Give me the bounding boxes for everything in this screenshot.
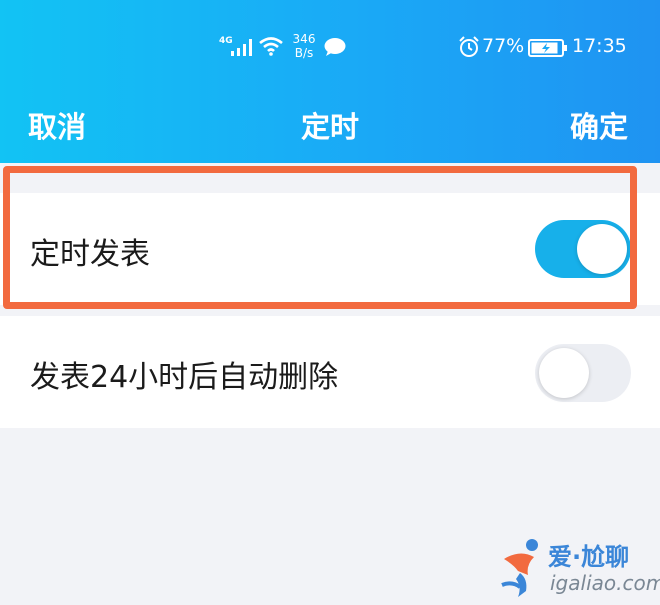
setting-row-auto-delete: 发表24小时后自动删除 [0, 316, 660, 428]
speed-unit: B/s [294, 46, 314, 60]
auto-delete-toggle[interactable] [535, 344, 631, 402]
cancel-button[interactable]: 取消 [28, 104, 86, 146]
clock-time: 17:35 [572, 35, 627, 57]
page-title: 定时 [300, 110, 359, 144]
wifi-icon [259, 37, 283, 56]
runner-logo-icon [501, 539, 538, 597]
alarm-clock-icon [459, 36, 479, 57]
toggle-knob [577, 224, 627, 274]
confirm-button[interactable]: 确定 [570, 104, 628, 146]
chat-bubble-icon [324, 38, 346, 56]
network-speed: 346 B/s [290, 32, 318, 60]
watermark: 爱·尬聊 igaliao.com [498, 535, 660, 603]
speed-value: 346 [292, 32, 316, 46]
signal-icon [231, 39, 252, 56]
setting-label-scheduled-publish: 定时发表 [30, 237, 150, 272]
scheduled-publish-toggle[interactable] [535, 220, 631, 278]
setting-label-auto-delete: 发表24小时后自动删除 [30, 360, 339, 395]
status-bar: 4G 346 B/s 77% 17:35 [0, 30, 660, 66]
app-header: 4G 346 B/s 77% 17:35 定时 取消 确定 [0, 0, 660, 163]
setting-row-scheduled-publish: 定时发表 [0, 193, 660, 305]
battery-percent: 77% [482, 35, 525, 57]
toggle-knob [539, 348, 589, 398]
watermark-title: 爱·尬聊 [548, 543, 630, 571]
navigation-bar: 定时 取消 确定 [0, 98, 660, 148]
watermark-url: igaliao.com [550, 571, 660, 595]
battery-charging-icon [528, 39, 567, 57]
